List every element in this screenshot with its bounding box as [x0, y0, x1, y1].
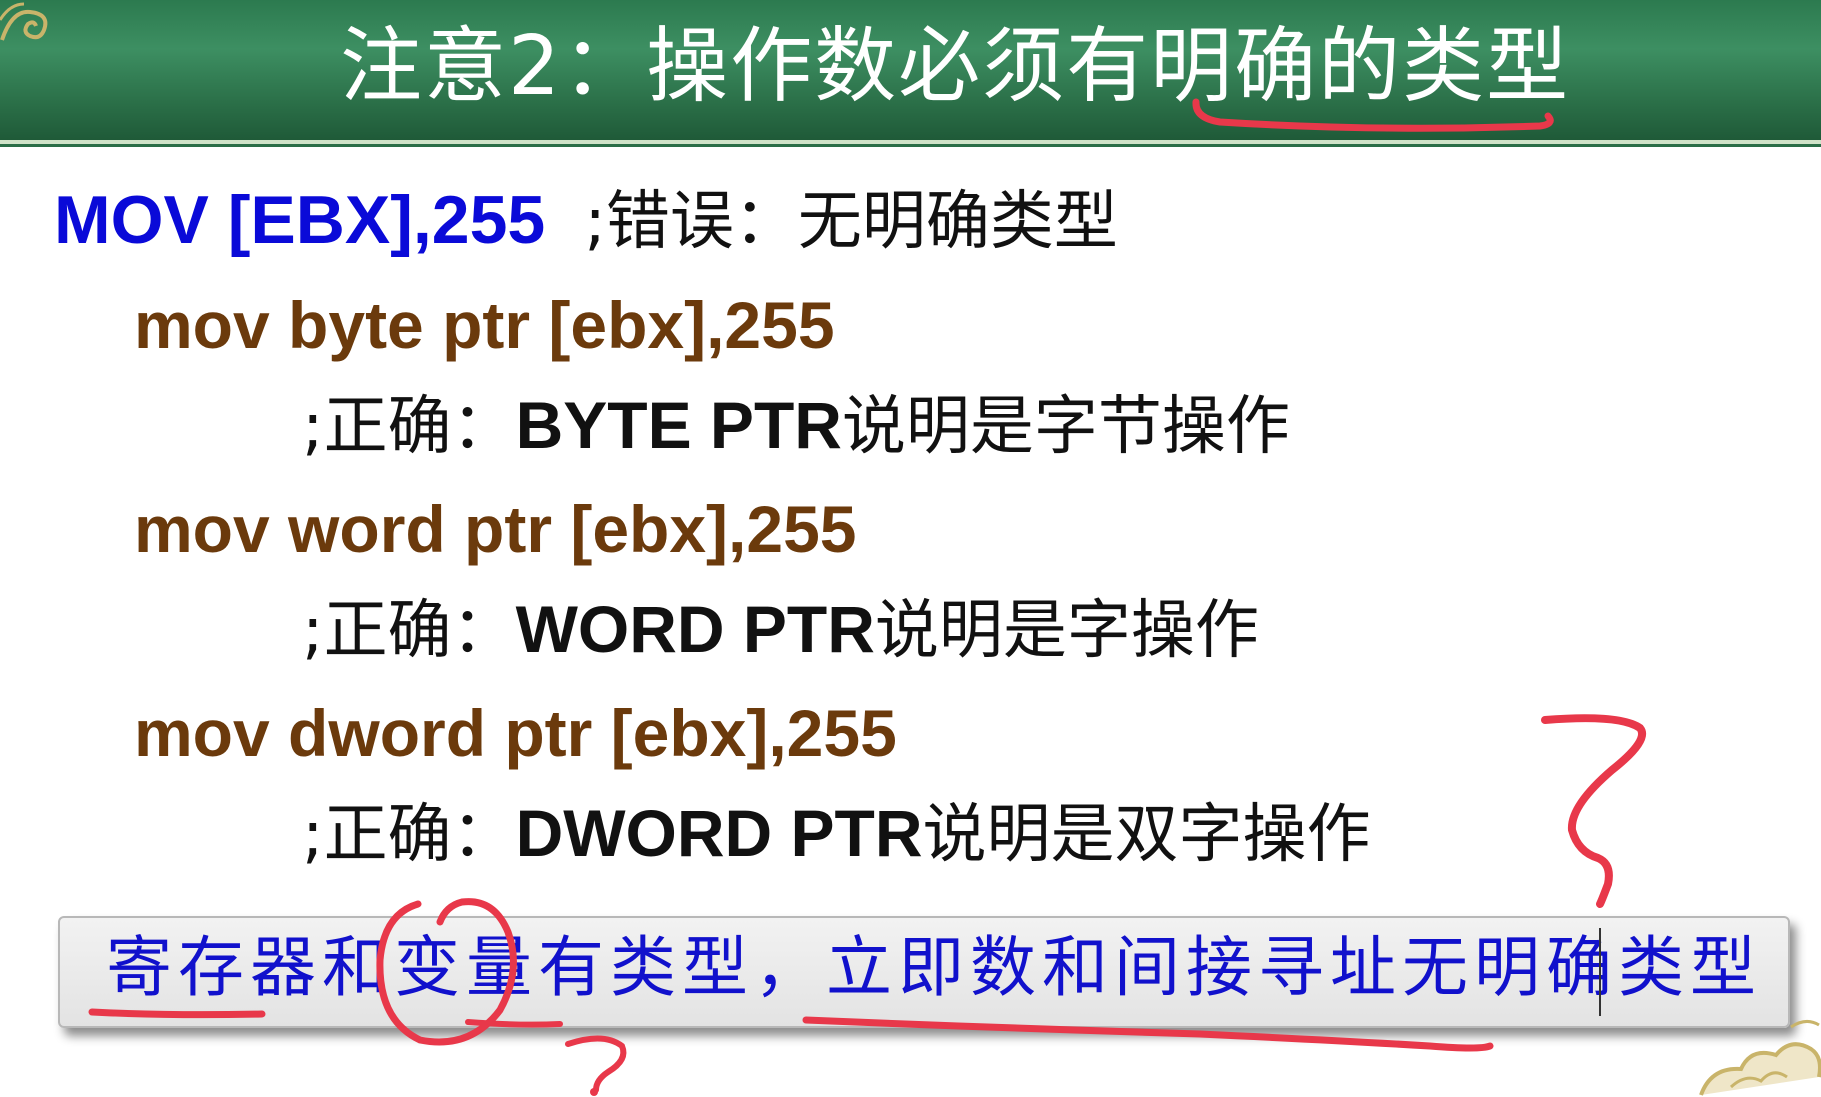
code-text: mov byte ptr [ebx],255: [134, 288, 835, 362]
comment-keyword: WORD PTR: [515, 592, 875, 666]
question-mark-large: [1541, 714, 1646, 908]
slide-title: 注意2：操作数必须有明确的类型: [340, 19, 1571, 114]
question-mark-small: [565, 1035, 627, 1093]
comment-line-7: ;正确：DWORD PTR说明是双字操作: [302, 800, 1371, 867]
code-text: MOV [EBX],255: [54, 182, 546, 258]
code-text: mov word ptr [ebx],255: [134, 492, 857, 566]
text-cursor: [1599, 928, 1601, 1016]
comment-line-3: ;正确：BYTE PTR说明是字节操作: [302, 392, 1290, 459]
comment-line-5: ;正确：WORD PTR说明是字操作: [302, 596, 1259, 663]
comment-text: ;错误：无明确类型: [584, 185, 1118, 259]
code-line-4: mov word ptr [ebx],255: [134, 496, 857, 562]
banner-divider-dark: [0, 144, 1821, 147]
code-text: mov dword ptr [ebx],255: [134, 696, 897, 770]
comment-prefix: ;正确：: [302, 390, 516, 464]
question-dot: [590, 1088, 598, 1096]
code-line-2: mov byte ptr [ebx],255: [134, 292, 835, 358]
comment-suffix: 说明是字节操作: [841, 390, 1290, 464]
comment-prefix: ;正确：: [302, 594, 516, 668]
comment-keyword: DWORD PTR: [515, 796, 923, 870]
comment-keyword: BYTE PTR: [515, 388, 842, 462]
code-line-1: MOV [EBX],255 ;错误：无明确类型: [54, 186, 1118, 254]
comment-suffix: 说明是字操作: [874, 594, 1259, 668]
summary-text: 寄存器和变量有类型，立即数和间接寻址无明确类型: [106, 929, 1762, 1006]
code-line-6: mov dword ptr [ebx],255: [134, 700, 897, 766]
corner-ornament-icon: [0, 2, 48, 41]
cloud-ornament-icon: [1699, 1020, 1821, 1096]
comment-prefix: ;正确：: [302, 798, 516, 872]
slide: 注意2：操作数必须有明确的类型 MOV [EBX],255 ;错误：无明确类型 …: [0, 0, 1821, 1097]
comment-suffix: 说明是双字操作: [922, 798, 1371, 872]
